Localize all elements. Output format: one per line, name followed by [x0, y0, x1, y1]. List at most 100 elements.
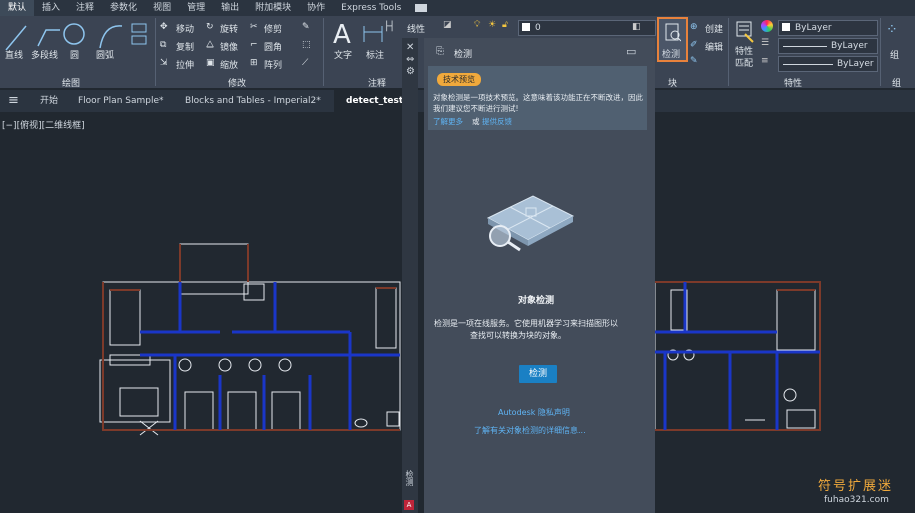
- feedback-link[interactable]: 提供反馈: [482, 116, 512, 127]
- linear-icon: ├┤: [384, 22, 395, 32]
- tab-insert[interactable]: 插入: [34, 0, 68, 16]
- move-icon: ✥: [160, 22, 168, 32]
- sun-icon[interactable]: ☀: [488, 20, 496, 30]
- group-panel-label[interactable]: 组: [892, 76, 901, 89]
- watermark-title: 符号扩展迷: [818, 479, 894, 494]
- create-block-icon: ⊕: [690, 22, 698, 32]
- arc-button[interactable]: 圆弧: [96, 48, 114, 61]
- detection-description-1: 检测是一项在线服务。它使用机器学习来扫描图形以: [434, 319, 618, 328]
- tab-collaborate[interactable]: 协作: [299, 0, 333, 16]
- group-button[interactable]: 组: [890, 48, 899, 61]
- stretch-button[interactable]: 拉伸: [176, 58, 194, 71]
- linetype-icon[interactable]: ≡: [761, 56, 769, 66]
- autodesk-logo-icon: A: [404, 500, 414, 510]
- palette-autohide-icon[interactable]: ⇔: [406, 54, 414, 65]
- file-tab-start[interactable]: 开始: [40, 90, 58, 112]
- lineweight-value: ByLayer: [831, 41, 868, 51]
- move-button[interactable]: 移动: [176, 22, 194, 35]
- run-detection-button[interactable]: 检测: [519, 365, 557, 383]
- linetype-value: ByLayer: [837, 59, 874, 69]
- copy-icon: ⧉: [160, 40, 167, 50]
- layer-match-icon[interactable]: ◧: [632, 22, 641, 32]
- edit-block-button[interactable]: 编辑: [705, 40, 723, 53]
- layer-color-swatch: [522, 23, 530, 31]
- edit-block-icon: ✐: [690, 40, 698, 50]
- match-properties-icon: [736, 21, 754, 43]
- fillet-button[interactable]: 圆角: [264, 40, 282, 53]
- more-info-link[interactable]: 了解有关对象检测的详细信息...: [474, 425, 586, 436]
- ribbon-minimize-icon[interactable]: [415, 4, 428, 12]
- create-block-button[interactable]: 创建: [705, 22, 723, 35]
- palette-settings-icon[interactable]: ⚙: [406, 66, 415, 77]
- menu-icon[interactable]: ≡: [8, 90, 19, 112]
- ribbon-tab-bar: 默认 插入 注释 参数化 视图 管理 输出 附加模块 协作 Express To…: [0, 0, 915, 16]
- rotate-button[interactable]: 旋转: [220, 22, 238, 35]
- palette-side-strip: [402, 38, 418, 513]
- explode-icon: ⬚: [302, 40, 311, 50]
- lightbulb-icon[interactable]: 💡︎: [474, 20, 480, 30]
- tab-view[interactable]: 视图: [145, 0, 179, 16]
- dimension-button[interactable]: 标注: [366, 48, 384, 61]
- fillet-icon: ⌐: [250, 40, 258, 50]
- layer-name: 0: [535, 23, 541, 33]
- detect-label: 检测: [662, 50, 681, 60]
- object-detection-title: 对象检测: [518, 296, 555, 306]
- tab-default[interactable]: 默认: [0, 0, 35, 16]
- polyline-button[interactable]: 多段线: [31, 48, 58, 61]
- detection-illustration-icon: [486, 195, 575, 252]
- privacy-link[interactable]: Autodesk 隐私声明: [498, 407, 570, 418]
- learn-more-link[interactable]: 了解更多: [433, 116, 463, 127]
- group-icon: ⁘: [886, 22, 898, 38]
- tab-addins[interactable]: 附加模块: [247, 0, 299, 16]
- linetype-dropdown[interactable]: ByLayer: [778, 56, 878, 72]
- folder-icon[interactable]: ▭: [626, 45, 636, 58]
- mirror-icon: ⧋: [206, 40, 215, 50]
- color-wheel-icon[interactable]: [761, 20, 773, 32]
- detection-description-2: 查找可以转换为块的对象。: [470, 331, 566, 340]
- floor-plan-right: [655, 281, 821, 431]
- layer-properties-icon[interactable]: ◪: [443, 20, 452, 30]
- linear-button[interactable]: 线性: [407, 22, 425, 35]
- circle-button[interactable]: 圆: [70, 48, 79, 61]
- tab-express-tools[interactable]: Express Tools: [333, 0, 409, 16]
- file-tab-detect-test: detect_test*: [346, 96, 408, 106]
- tab-annotate[interactable]: 注释: [68, 0, 102, 16]
- file-tab-floor-plan[interactable]: Floor Plan Sample*: [78, 90, 164, 112]
- pen-icon: ✎: [302, 22, 310, 32]
- copy-button[interactable]: 复制: [176, 40, 194, 53]
- mirror-button[interactable]: 镜像: [220, 40, 238, 53]
- line-button[interactable]: 直线: [5, 48, 23, 61]
- lock-icon[interactable]: 🔓︎: [502, 20, 508, 30]
- array-icon: ⊞: [250, 58, 258, 68]
- linetype-preview: [783, 64, 833, 65]
- stretch-icon: ⇲: [160, 58, 168, 68]
- lineweight-icon[interactable]: ☰: [761, 38, 769, 48]
- array-button[interactable]: 阵列: [264, 58, 282, 71]
- file-tab-blocks-tables[interactable]: Blocks and Tables - Imperial2*: [185, 90, 321, 112]
- tab-manage[interactable]: 管理: [179, 0, 213, 16]
- match-properties-button[interactable]: 特性匹配: [735, 46, 757, 70]
- properties-panel-label[interactable]: 特性: [784, 76, 802, 89]
- palette-side-label: 检测: [405, 470, 414, 486]
- tab-parametric[interactable]: 参数化: [102, 0, 145, 16]
- tech-preview-badge: 技术预览: [437, 73, 481, 86]
- color-dropdown[interactable]: ByLayer: [778, 20, 878, 36]
- tab-output[interactable]: 输出: [213, 0, 247, 16]
- annotation-panel-label[interactable]: 注释: [368, 76, 386, 89]
- draw-panel-label[interactable]: 绘图: [62, 76, 80, 89]
- viewport-controls-label[interactable]: [−][俯视][二维线框]: [2, 118, 85, 131]
- palette-header-title: 检测: [454, 50, 473, 60]
- dimension-icon: [363, 26, 383, 42]
- detect-block-button[interactable]: 检测: [657, 17, 688, 62]
- text-button[interactable]: 文字: [334, 48, 352, 61]
- lineweight-dropdown[interactable]: ByLayer: [778, 38, 878, 54]
- text-icon: A: [333, 20, 351, 50]
- notice-text: 对象检测是一项技术预览。这意味着该功能正在不断改进，因此我们建议您不断进行测试!: [433, 93, 643, 113]
- scale-button[interactable]: 缩放: [220, 58, 238, 71]
- file-tab-active[interactable]: detect_test*: [334, 90, 408, 112]
- offset-icon: ⟋: [302, 58, 309, 68]
- palette-close-icon[interactable]: ✕: [406, 42, 414, 53]
- modify-panel-label[interactable]: 修改: [228, 76, 246, 89]
- block-panel-label[interactable]: 块: [668, 76, 677, 89]
- trim-button[interactable]: 修剪: [264, 22, 282, 35]
